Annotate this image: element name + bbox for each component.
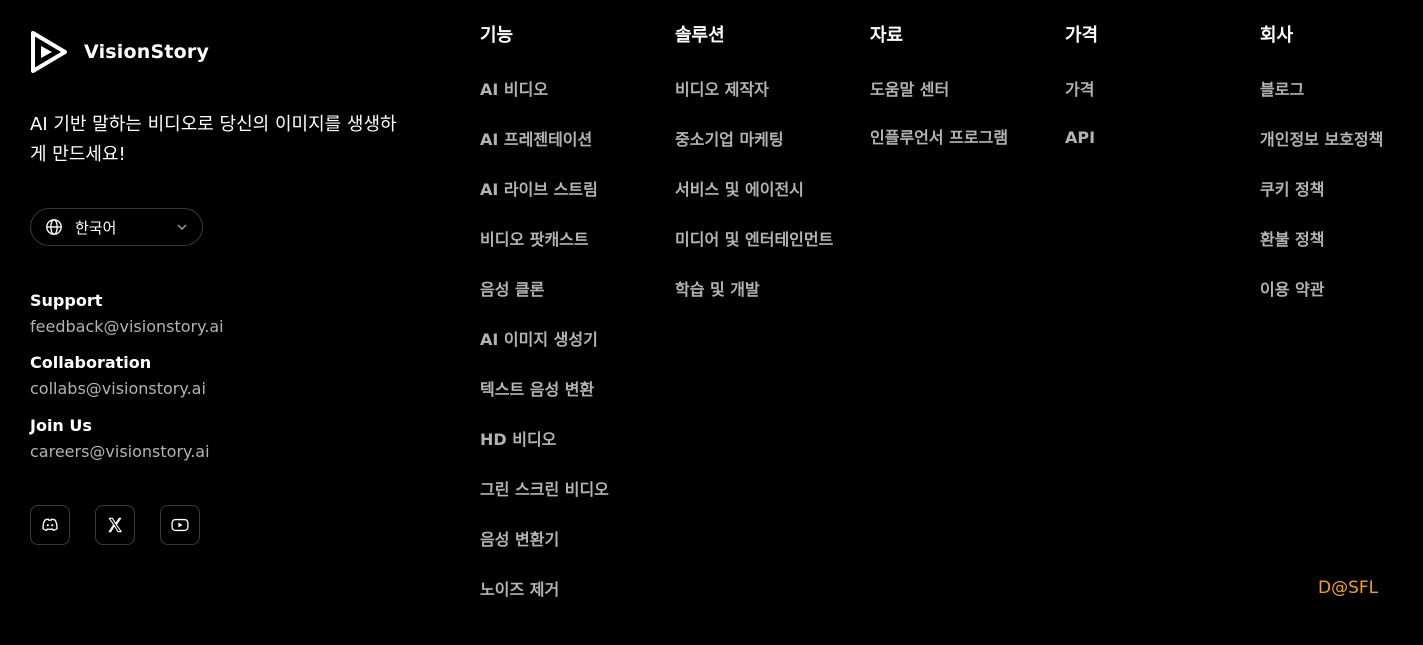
footer-link[interactable]: API <box>1065 126 1098 150</box>
footer-link[interactable]: 중소기업 마케팅 <box>675 128 840 152</box>
footer-link[interactable]: 텍스트 음성 변환 <box>480 378 609 402</box>
column-heading: 가격 <box>1065 25 1099 46</box>
column-heading: 자료 <box>870 25 904 46</box>
x-icon <box>108 517 122 533</box>
youtube-button[interactable] <box>160 505 200 545</box>
column-heading: 회사 <box>1260 25 1294 46</box>
footer-link[interactable]: HD 비디오 <box>480 428 609 452</box>
language-selector[interactable]: 한국어 <box>30 208 203 246</box>
tagline: AI 기반 말하는 비디오로 당신의 이미지를 생생하게 만드세요! <box>30 114 397 165</box>
footer-link[interactable]: AI 프레젠테이션 <box>480 128 609 152</box>
column-pricing: 가격 가격 API <box>1065 24 1098 174</box>
x-button[interactable] <box>95 505 135 545</box>
footer-link[interactable]: 미디어 및 엔터테인먼트 <box>675 228 840 252</box>
contact-title: Support <box>30 291 103 310</box>
column-solutions: 솔루션 비디오 제작자 중소기업 마케팅 서비스 및 에이전시 미디어 및 엔터… <box>675 24 840 328</box>
discord-button[interactable] <box>30 505 70 545</box>
footer-link[interactable]: 개인정보 보호정책 <box>1260 128 1420 152</box>
contact-title: Join Us <box>30 416 92 435</box>
contact-title: Collaboration <box>30 353 152 372</box>
contact-collaboration: Collaboration collabs@visionstory.ai <box>30 352 330 400</box>
watermark: D@SFL <box>1318 578 1379 598</box>
footer-link[interactable]: 가격 <box>1065 78 1098 102</box>
brand-name: VisionStory <box>84 41 210 63</box>
footer-link[interactable]: 그린 스크린 비디오 <box>480 478 609 502</box>
column-company: 회사 블로그 개인정보 보호정책 쿠키 정책 환불 정책 이용 약관 <box>1260 24 1420 328</box>
column-heading: 솔루션 <box>675 25 725 46</box>
footer-link[interactable]: AI 비디오 <box>480 78 609 102</box>
footer-link[interactable]: 인플루언서 프로그램 <box>870 126 1008 150</box>
contact-email-link[interactable]: feedback@visionstory.ai <box>30 316 330 338</box>
social-links <box>30 505 200 545</box>
footer-link[interactable]: 비디오 팟캐스트 <box>480 228 609 252</box>
footer-link[interactable]: 음성 변환기 <box>480 528 609 552</box>
footer-link[interactable]: 음성 클론 <box>480 278 609 302</box>
brand[interactable]: VisionStory <box>30 30 209 74</box>
footer-link[interactable]: 쿠키 정책 <box>1260 178 1420 202</box>
contact-email-link[interactable]: careers@visionstory.ai <box>30 441 330 463</box>
footer-link[interactable]: AI 라이브 스트림 <box>480 178 609 202</box>
footer-link[interactable]: 서비스 및 에이전시 <box>675 178 840 202</box>
youtube-icon <box>171 518 189 532</box>
column-heading: 기능 <box>480 25 514 46</box>
site-footer: VisionStory AI 기반 말하는 비디오로 당신의 이미지를 생생하게… <box>0 0 1423 645</box>
footer-link[interactable]: 도움말 센터 <box>870 78 1008 102</box>
contact-support: Support feedback@visionstory.ai <box>30 290 330 338</box>
footer-link[interactable]: 노이즈 제거 <box>480 578 609 602</box>
footer-link[interactable]: 비디오 제작자 <box>675 78 840 102</box>
contact-email-link[interactable]: collabs@visionstory.ai <box>30 378 330 400</box>
footer-link[interactable]: 블로그 <box>1260 78 1420 102</box>
visionstory-logo-icon <box>31 31 67 73</box>
chevron-down-icon <box>177 224 187 231</box>
column-features: 기능 AI 비디오 AI 프레젠테이션 AI 라이브 스트림 비디오 팟캐스트 … <box>480 24 609 628</box>
footer-link[interactable]: 이용 약관 <box>1260 278 1420 302</box>
contact-join-us: Join Us careers@visionstory.ai <box>30 415 330 463</box>
globe-icon <box>46 219 62 235</box>
footer-link[interactable]: 환불 정책 <box>1260 228 1420 252</box>
language-label: 한국어 <box>75 218 117 237</box>
footer-link[interactable]: 학습 및 개발 <box>675 278 840 302</box>
discord-icon <box>42 518 58 531</box>
footer-link[interactable]: AI 이미지 생성기 <box>480 328 609 352</box>
column-resources: 자료 도움말 센터 인플루언서 프로그램 <box>870 24 1008 174</box>
